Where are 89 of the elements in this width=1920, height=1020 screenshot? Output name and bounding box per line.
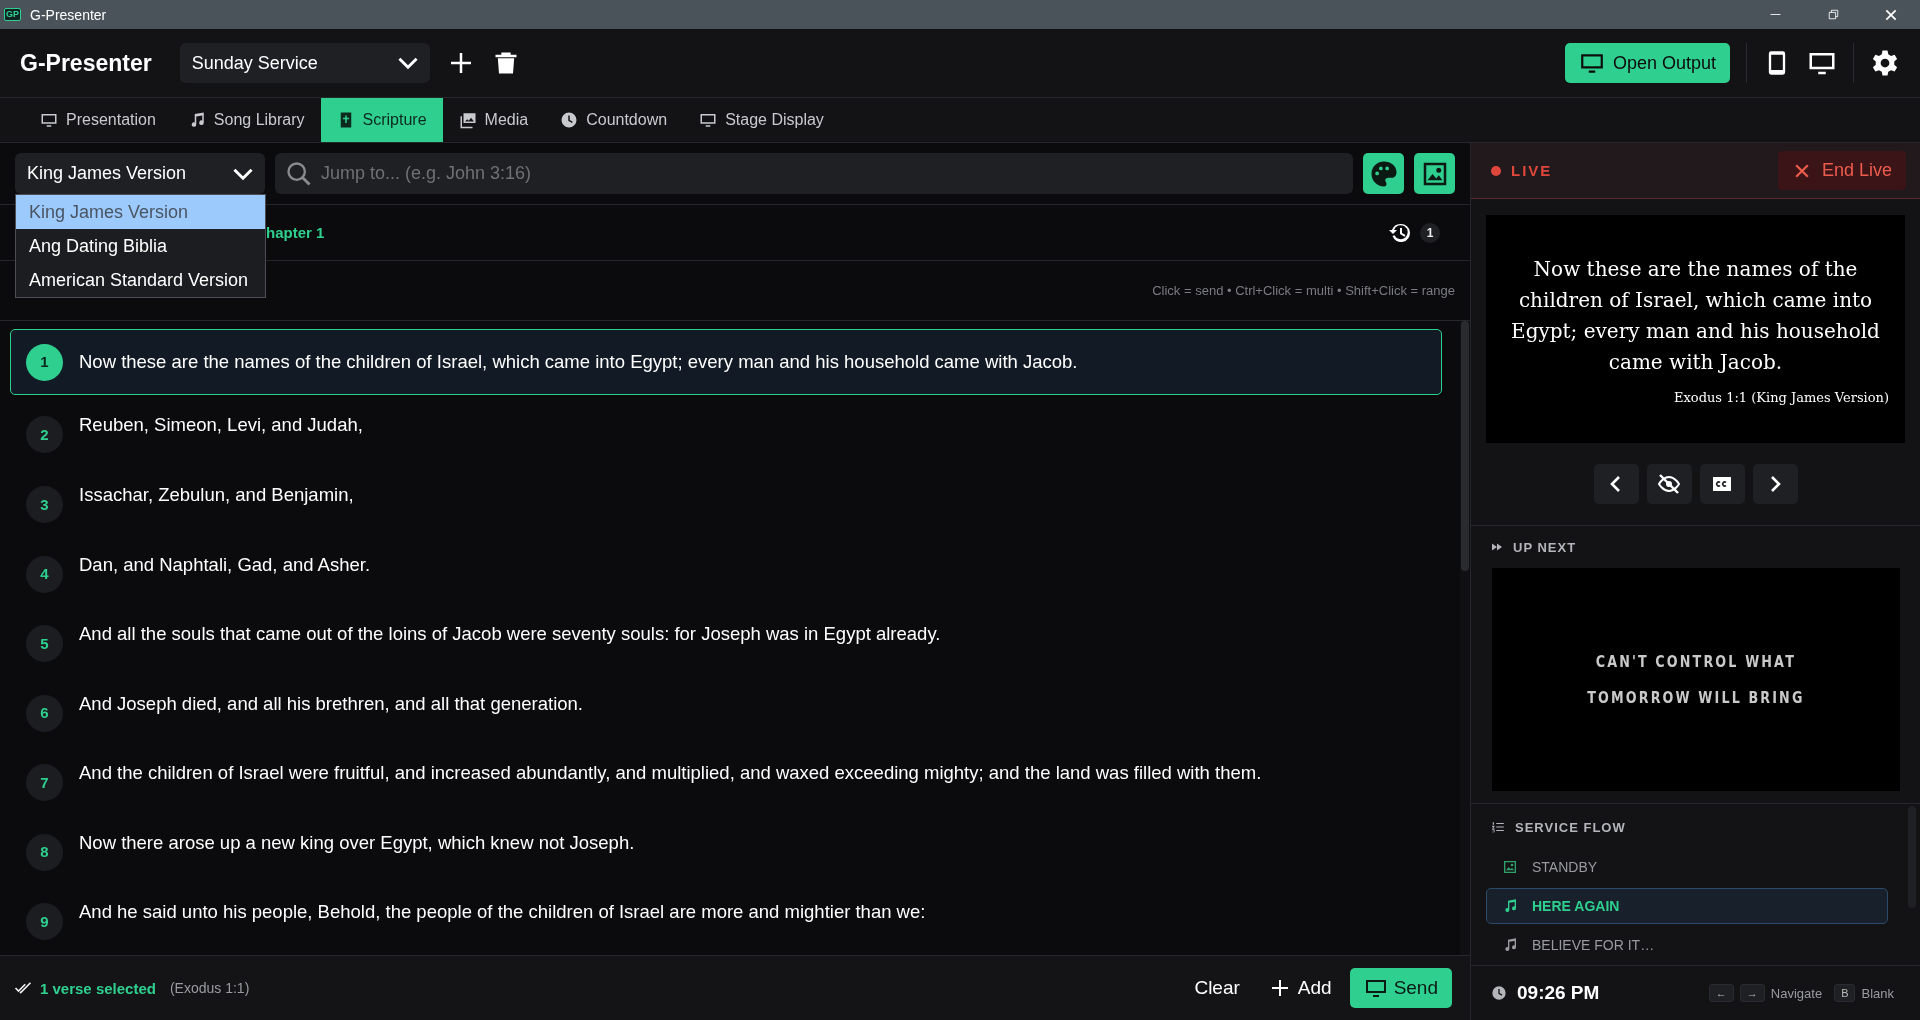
selection-status: 1 verse selected bbox=[40, 979, 156, 997]
menu-option[interactable]: Ang Dating Biblia bbox=[16, 229, 265, 263]
next-button[interactable] bbox=[1752, 464, 1798, 504]
clock-time: 09:26 PM bbox=[1517, 982, 1601, 1004]
verse-text: Now there arose up a new king over Egypt, which knew not Joseph. bbox=[79, 830, 635, 855]
tab[interactable]: Scripture bbox=[320, 98, 443, 142]
clock-icon bbox=[560, 111, 579, 129]
lyric-line: CAN'T CONTROL WHAT bbox=[1595, 652, 1797, 671]
verse-row[interactable]: 5 And all the souls that came out of the loins of Jacob were seventy souls: for Joseph was in Egypt already. bbox=[10, 607, 1442, 677]
verse-number: 5 bbox=[26, 625, 63, 663]
music-icon bbox=[1502, 897, 1518, 914]
hint-text: Click = send • Ctrl+Click = multi • Shift+Click = range bbox=[1152, 283, 1455, 298]
captions-button[interactable] bbox=[1699, 464, 1745, 504]
breadcrumb[interactable]: hapter 1 bbox=[266, 224, 1388, 241]
fast-forward-icon bbox=[1491, 541, 1503, 553]
verse-number: 1 bbox=[26, 343, 63, 381]
end-live-button[interactable]: End Live bbox=[1777, 151, 1906, 190]
images-icon bbox=[458, 111, 477, 129]
menu-option[interactable]: King James Version bbox=[16, 195, 265, 229]
version-select[interactable]: King James Version bbox=[15, 153, 265, 194]
send-button[interactable]: Send bbox=[1349, 968, 1452, 1008]
app-name: G-Presenter bbox=[20, 49, 152, 77]
previous-button[interactable] bbox=[1593, 464, 1639, 504]
monitor-icon bbox=[40, 111, 58, 129]
tab[interactable]: Presentation bbox=[24, 98, 172, 142]
clear-button[interactable]: Clear bbox=[1184, 968, 1250, 1008]
verse-row[interactable]: 9 And he said unto his people, Behold, the people of the children of Israel are more and mightier than we: bbox=[10, 885, 1442, 955]
menu-option[interactable]: American Standard Version bbox=[16, 263, 265, 297]
live-indicator-dot bbox=[1491, 165, 1501, 176]
tab[interactable]: Countdown bbox=[544, 98, 684, 142]
eye-off-icon bbox=[1657, 472, 1681, 496]
verse-text: And he said unto his people, Behold, the people of the children of Israel are more and mightier than we: bbox=[79, 900, 926, 925]
monitor-icon bbox=[699, 111, 718, 129]
add-button[interactable]: Add bbox=[1257, 968, 1342, 1008]
search-field[interactable]: Jump to... (e.g. John 3:16) bbox=[275, 153, 1353, 194]
live-label: LIVE bbox=[1511, 162, 1554, 179]
verse-row[interactable]: 3 Issachar, Zebulun, and Benjamin, bbox=[10, 468, 1442, 538]
shortcut-label: Blank bbox=[1861, 985, 1894, 1001]
history-count: 1 bbox=[1420, 222, 1440, 243]
key-cap: ← bbox=[1708, 984, 1734, 1002]
verse-number: 9 bbox=[26, 903, 63, 941]
clock-icon bbox=[1491, 985, 1507, 1001]
verse-text: Dan, and Naphtali, Gad, and Asher. bbox=[79, 552, 371, 577]
settings-icon[interactable] bbox=[1870, 48, 1900, 78]
verse-text: And the children of Israel were fruitful, and increased abundantly, and multiplied, and waxed exceeding mighty; and the land was filled with them. bbox=[79, 761, 1262, 786]
verse-text: Issachar, Zebulun, and Benjamin, bbox=[79, 483, 354, 508]
open-output-button[interactable]: Open Output bbox=[1564, 43, 1730, 83]
numbered-list-icon bbox=[1491, 820, 1505, 835]
window-title: G-Presenter bbox=[30, 6, 107, 23]
verse-row[interactable]: 7 And the children of Israel were fruitful, and increased abundantly, and multiplied, and waxed exceeding mighty; and the land was filled with them. bbox=[10, 746, 1442, 816]
verse-row[interactable]: 1 Now these are the names of the children of Israel, which came into Egypt; every man and his household came with Jacob. bbox=[10, 329, 1442, 396]
service-flow-item[interactable]: BELIEVE FOR IT… bbox=[1486, 927, 1888, 963]
verse-text: And all the souls that came out of the loins of Jacob were seventy souls: for Joseph was in Egypt already. bbox=[79, 622, 941, 647]
preview-reference: Exodus 1:1 (King James Version) bbox=[1673, 389, 1889, 405]
verse-number: 3 bbox=[26, 486, 63, 524]
section-title: SERVICE FLOW bbox=[1515, 819, 1626, 835]
verse-text: Now these are the names of the children of Israel, which came into Egypt; every man and his household came with Jacob. bbox=[79, 350, 1078, 375]
background-image-button[interactable] bbox=[1414, 153, 1455, 194]
key-cap: → bbox=[1739, 984, 1765, 1002]
service-flow-item[interactable]: STANDBY bbox=[1486, 848, 1888, 885]
verse-text: And Joseph died, and all his brethren, and all that generation. bbox=[79, 691, 583, 716]
hide-button[interactable] bbox=[1646, 464, 1692, 504]
verse-number: 6 bbox=[26, 694, 63, 732]
verse-number: 2 bbox=[26, 416, 63, 454]
verse-text: Reuben, Simeon, Levi, and Judah, bbox=[79, 413, 363, 438]
verse-row[interactable]: 6 And Joseph died, and all his brethren, and all that generation. bbox=[10, 676, 1442, 747]
music-icon bbox=[1502, 937, 1518, 954]
shortcut-label: Navigate bbox=[1770, 985, 1823, 1001]
scrollbar-thumb[interactable] bbox=[1461, 321, 1469, 571]
verse-row[interactable]: 8 Now there arose up a new king over Egypt, which knew not Joseph. bbox=[10, 815, 1442, 886]
verse-row[interactable]: 2 Reuben, Simeon, Levi, and Judah, bbox=[10, 398, 1442, 469]
verse-row[interactable]: 4 Dan, and Naphtali, Gad, and Asher. bbox=[10, 537, 1442, 608]
image-icon bbox=[1502, 858, 1518, 875]
app-logo: GP bbox=[4, 8, 21, 21]
section-title: UP NEXT bbox=[1513, 539, 1577, 555]
verse-number: 7 bbox=[26, 764, 63, 802]
tab[interactable]: Song Library bbox=[171, 98, 321, 142]
palette-button[interactable] bbox=[1363, 153, 1404, 194]
selection-reference: (Exodus 1:1) bbox=[169, 980, 251, 996]
tab[interactable]: Stage Display bbox=[683, 98, 840, 142]
verse-number: 8 bbox=[26, 833, 63, 871]
lyric-line: TOMORROW WILL BRING bbox=[1587, 688, 1805, 707]
service-flow-item[interactable]: HERE AGAIN bbox=[1486, 888, 1888, 924]
service-select[interactable]: Sunday Service bbox=[179, 43, 430, 83]
preview-text: Now these are the names of the children of Israel, which came into Egypt; every man and his household came with Jacob. bbox=[1510, 255, 1881, 376]
tab[interactable]: Media bbox=[442, 98, 545, 142]
search-icon bbox=[285, 160, 313, 188]
key-cap: B bbox=[1834, 984, 1856, 1002]
verse-number: 4 bbox=[26, 555, 63, 593]
